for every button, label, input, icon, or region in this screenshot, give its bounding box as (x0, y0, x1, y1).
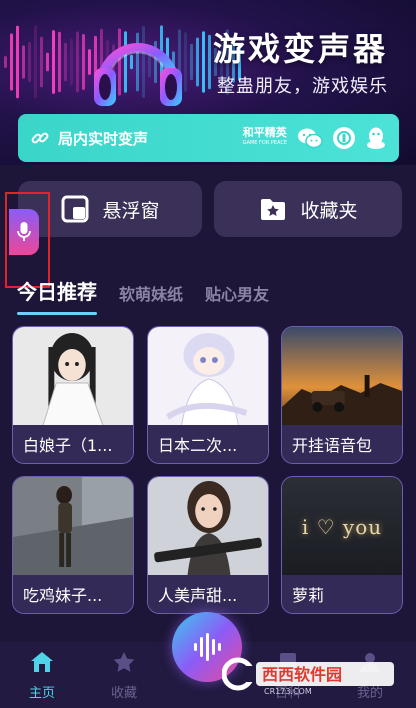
star-icon (113, 652, 135, 672)
equalizer-bar (22, 45, 25, 79)
card-label: 日本二次... (148, 425, 268, 463)
card-image-anime-girl (148, 327, 268, 427)
card-label: 萝莉 (282, 575, 402, 613)
equalizer-bar (34, 25, 37, 99)
card-image-i-love-you: i ♡ you (282, 477, 402, 577)
equalizer-bar (16, 25, 19, 99)
watermark-brand: 西西软件园 (262, 665, 342, 684)
equalizer-bar (70, 38, 73, 86)
favorites-button[interactable]: 收藏夹 (214, 181, 402, 237)
card-label: 人美声甜... (148, 575, 268, 613)
card-label: 开挂语音包 (282, 425, 402, 463)
lan-bar-label: 局内实时变声 (58, 129, 149, 148)
soundwave-icon (194, 633, 221, 661)
equalizer-bar (208, 34, 211, 90)
voice-card[interactable]: 日本二次... (147, 326, 269, 464)
nav-favorites-label: 收藏 (110, 686, 137, 701)
equalizer-bar (82, 33, 85, 91)
card-image-girl-with-rifle (148, 477, 268, 577)
card-label: 吃鸡妹子... (13, 575, 133, 613)
equalizer-bar (190, 43, 193, 81)
headphone-graphic (94, 42, 182, 106)
equalizer-bar (10, 33, 13, 91)
favorites-label: 收藏夹 (300, 199, 358, 222)
tim-icon[interactable] (333, 127, 355, 149)
equalizer-bar (28, 41, 31, 83)
equalizer-bar (52, 30, 55, 94)
pubg-logo[interactable]: 和平精英 GAME FOR PEACE (243, 127, 287, 149)
qq-icon[interactable] (365, 126, 387, 150)
link-icon (31, 132, 49, 144)
tab-soft-cute-girl[interactable]: 软萌妹纸 (119, 281, 183, 305)
hero-subtitle: 整蛊朋友，游戏娱乐 (217, 76, 388, 97)
card-image-overlay-text: i ♡ you (301, 515, 383, 539)
float-window-icon (61, 195, 89, 223)
equalizer-bar (64, 42, 67, 82)
floating-mic-button[interactable] (9, 209, 39, 255)
nav-home[interactable]: 主页 (12, 650, 72, 701)
folder-star-icon (261, 199, 286, 220)
voice-card[interactable]: i ♡ you 萝莉 (281, 476, 403, 614)
card-label: 白娘子（1... (13, 425, 133, 463)
active-tab-indicator (17, 312, 97, 315)
voice-card[interactable]: 吃鸡妹子... (12, 476, 134, 614)
voice-card[interactable]: 白娘子（1... (12, 326, 134, 464)
equalizer-bar (40, 36, 43, 88)
equalizer-bar (58, 31, 61, 93)
voice-card[interactable]: 人美声甜... (147, 476, 269, 614)
nav-favorites[interactable]: 收藏 (94, 650, 154, 701)
category-tabs: 今日推荐 软萌妹纸 贴心男友 (17, 276, 291, 305)
card-image-battle-scene (282, 327, 402, 427)
hero-title: 游戏变声器 (212, 30, 388, 68)
watermark-logo: 西西软件园 CR173.COM (222, 657, 394, 696)
lan-realtime-voice-bar[interactable]: 局内实时变声 和平精英 GAME FOR PEACE (18, 114, 399, 162)
equalizer-bar (4, 56, 7, 68)
card-image-white-lady (13, 327, 133, 427)
pubg-logo-small: GAME FOR PEACE (242, 140, 287, 146)
home-icon (31, 652, 53, 672)
tab-caring-boyfriend[interactable]: 贴心男友 (205, 281, 269, 305)
microphone-icon (17, 222, 31, 241)
voice-card[interactable]: 开挂语音包 (281, 326, 403, 464)
watermark-url: CR173.COM (264, 687, 312, 696)
card-image-cosplay-girl (13, 477, 133, 577)
tab-today-recommend[interactable]: 今日推荐 (17, 276, 97, 305)
wechat-icon[interactable] (297, 127, 323, 149)
equalizer-bar (202, 31, 205, 93)
equalizer-bar (46, 52, 49, 72)
equalizer-bar (76, 31, 79, 93)
equalizer-bar (196, 37, 199, 87)
nav-home-label: 主页 (28, 686, 55, 701)
float-window-label: 悬浮窗 (102, 199, 160, 222)
